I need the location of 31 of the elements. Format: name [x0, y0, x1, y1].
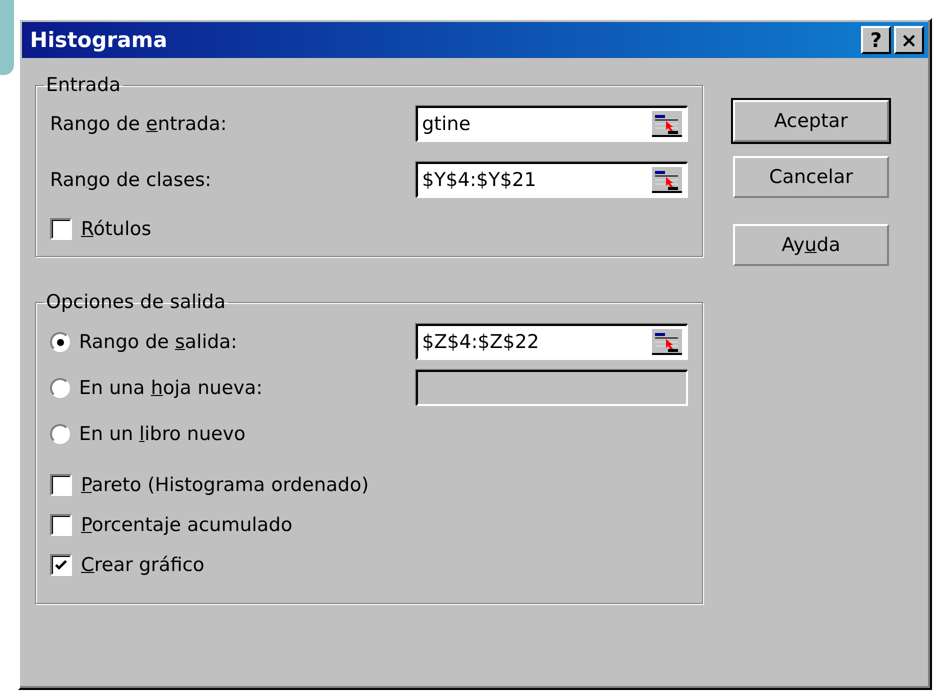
- option-label: En un libro nuevo: [79, 423, 246, 445]
- radio-button[interactable]: [50, 378, 70, 398]
- dialog-button[interactable]: Aceptar: [733, 100, 889, 142]
- checkmark-icon: [54, 558, 68, 572]
- option-label: Rótulos: [81, 218, 152, 240]
- field-label: Rango de entrada:: [50, 113, 227, 135]
- checkbox[interactable]: [50, 474, 72, 496]
- checkbox[interactable]: [50, 218, 72, 240]
- option-label: En una hoja nueva:: [79, 377, 263, 399]
- range-field[interactable]: gtine: [416, 106, 688, 142]
- range-picker-icon[interactable]: [652, 167, 682, 193]
- range-picker-icon[interactable]: [652, 111, 682, 137]
- checkbox[interactable]: [50, 554, 72, 576]
- dialog-button[interactable]: Ayuda: [733, 224, 889, 266]
- help-button[interactable]: ?: [861, 26, 891, 54]
- option-label: Pareto (Histograma ordenado): [81, 474, 369, 496]
- checkbox[interactable]: [50, 514, 72, 536]
- range-picker-icon[interactable]: [652, 329, 682, 355]
- option-label: Crear gráfico: [81, 554, 204, 576]
- dialog-button[interactable]: Cancelar: [733, 156, 889, 198]
- close-button[interactable]: ×: [894, 26, 924, 54]
- window-title: Histograma: [30, 28, 168, 52]
- range-field[interactable]: $Z$4:$Z$22: [416, 324, 688, 360]
- group-title: Opciones de salida: [45, 291, 227, 313]
- radio-button[interactable]: [50, 332, 70, 352]
- radio-button[interactable]: [50, 424, 70, 444]
- field-label: Rango de clases:: [50, 169, 212, 191]
- option-label: Rango de salida:: [79, 331, 238, 353]
- group-title: Entrada: [45, 74, 122, 96]
- range-field[interactable]: $Y$4:$Y$21: [416, 162, 688, 198]
- option-label: Porcentaje acumulado: [81, 514, 292, 536]
